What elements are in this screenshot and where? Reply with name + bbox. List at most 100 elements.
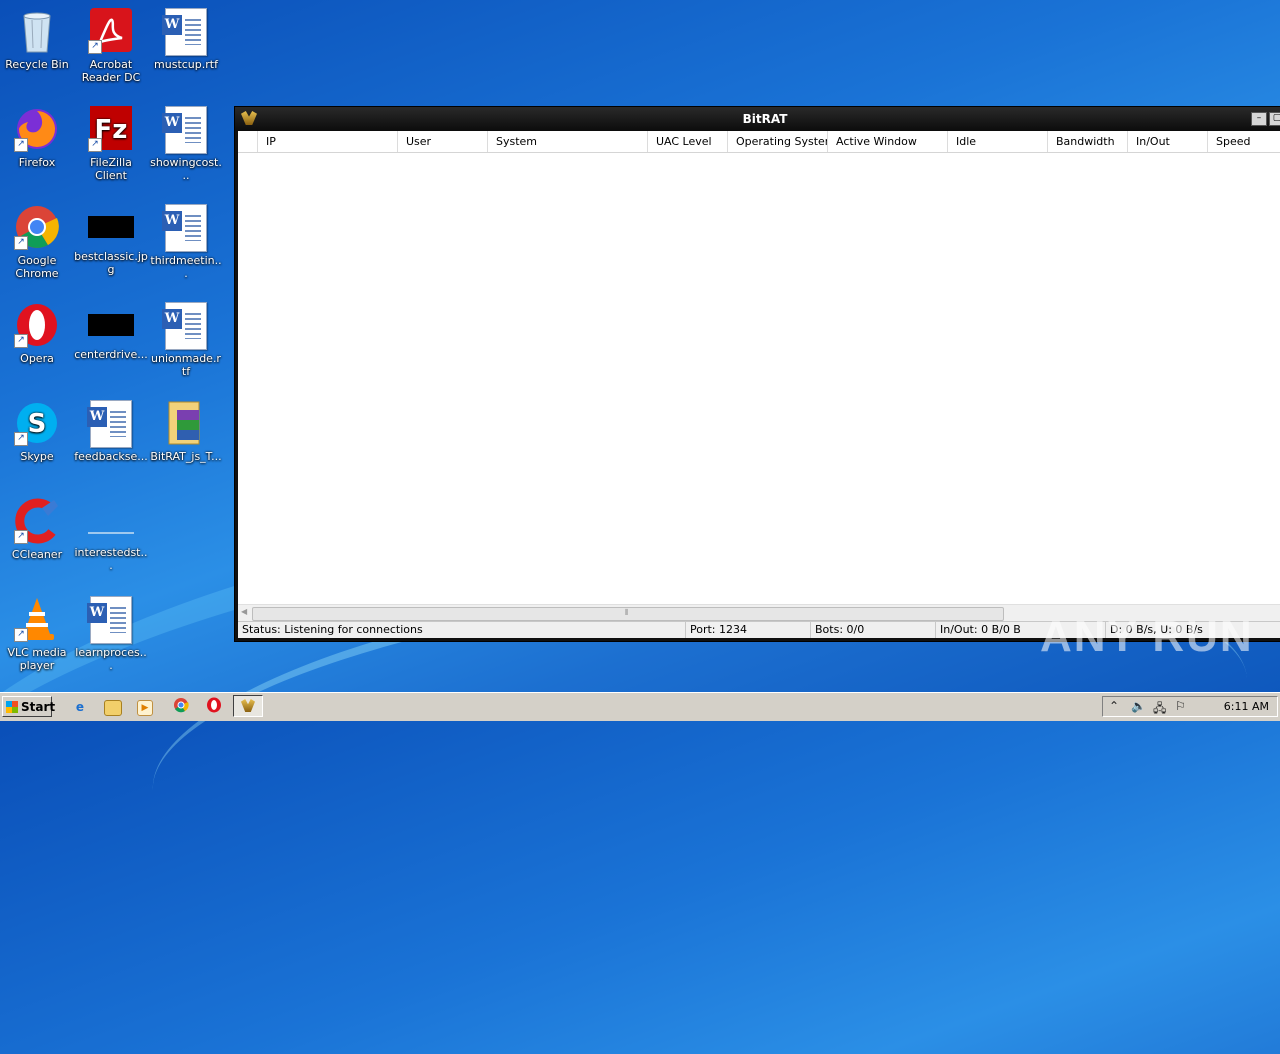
column-header-uac-level[interactable]: UAC Level (648, 131, 728, 152)
opera-taskbar-icon[interactable] (204, 697, 224, 717)
desktop-icon-label: thirdmeetin... (150, 254, 222, 280)
desktop-icon-bestclassic[interactable]: bestclassic.jpg (74, 204, 148, 276)
scroll-left-arrow-icon[interactable]: ◀ (241, 607, 247, 616)
shortcut-arrow-icon: ↗ (14, 236, 28, 250)
chrome-icon: ↗ (14, 204, 60, 250)
desktop-icon-recycle-bin[interactable]: Recycle Bin (0, 8, 74, 71)
desktop-icon-label: unionmade.rtf (151, 352, 221, 378)
desktop-icon-label: centerdrive... (74, 348, 148, 361)
volume-icon[interactable]: 🔈 (1131, 699, 1146, 713)
column-header-active-window[interactable]: Active Window (828, 131, 948, 152)
desktop-icon-label: CCleaner (11, 548, 63, 561)
desktop-icon-label: Acrobat Reader DC (81, 58, 141, 84)
opera-icon: ↗ (14, 302, 60, 348)
recycle-bin-icon (14, 8, 60, 54)
desktop-icon-label: VLC media player (7, 646, 67, 672)
show-hidden-icons-icon[interactable]: ⌃ (1109, 699, 1119, 713)
desktop-icon-label: Recycle Bin (5, 58, 69, 71)
column-header-user[interactable]: User (398, 131, 488, 152)
window-client-area: IP User System UAC Level Operating Syste… (238, 131, 1280, 638)
desktop-icon-label: Google Chrome (15, 254, 59, 280)
skype-icon: S ↗ (14, 400, 60, 446)
filezilla-icon: Fz ↗ (88, 106, 134, 152)
internet-explorer-icon[interactable]: e (70, 697, 90, 717)
word-document-icon: W (162, 204, 209, 252)
word-document-icon: W (162, 106, 209, 154)
clock[interactable]: 6:11 AM (1224, 700, 1269, 713)
desktop-icon-label: mustcup.rtf (154, 58, 218, 71)
column-header-operating-system[interactable]: Operating System (728, 131, 828, 152)
start-label: Start (21, 700, 56, 714)
desktop-icon-showingcost[interactable]: W showingcost... (149, 106, 223, 182)
column-header-ip[interactable]: IP (258, 131, 398, 152)
desktop-icon-firefox[interactable]: ↗ Firefox (0, 106, 74, 169)
shortcut-arrow-icon: ↗ (88, 40, 102, 54)
shortcut-arrow-icon: ↗ (14, 334, 28, 348)
column-header-speed[interactable]: Speed (1208, 131, 1280, 152)
scrollbar-grip-icon: ⦀ (625, 608, 629, 617)
winrar-archive-icon (163, 400, 209, 446)
firefox-icon: ↗ (14, 106, 60, 152)
taskbar-bitrat-button[interactable] (233, 695, 263, 717)
status-text: Status: Listening for connections (238, 622, 686, 638)
desktop-icon-mustcup[interactable]: W mustcup.rtf (149, 8, 223, 71)
desktop-icon-interestedst[interactable]: interestedst... (74, 498, 148, 572)
taskbar: Start e ▶ ⌃ 🔈 🖧 ⚐ 6:11 AM (0, 692, 1280, 721)
ccleaner-icon: ↗ (14, 498, 60, 544)
desktop-icon-ccleaner[interactable]: ↗ CCleaner (0, 498, 74, 561)
scrollbar-thumb[interactable]: ⦀ (252, 607, 1004, 621)
desktop-icon-label: FileZilla Client (90, 156, 132, 182)
clients-list[interactable] (238, 153, 1280, 605)
start-button[interactable]: Start (2, 696, 56, 717)
desktop-icon-skype[interactable]: S ↗ Skype (0, 400, 74, 463)
list-header: IP User System UAC Level Operating Syste… (238, 131, 1280, 153)
desktop-icon-thirdmeeting[interactable]: W thirdmeetin... (149, 204, 223, 280)
desktop-icon-chrome[interactable]: ↗ Google Chrome (0, 204, 74, 280)
desktop-icon-opera[interactable]: ↗ Opera (0, 302, 74, 365)
action-center-flag-icon[interactable]: ⚐ (1175, 699, 1186, 713)
shortcut-arrow-icon: ↗ (14, 138, 28, 152)
minimize-button[interactable]: – (1251, 112, 1267, 126)
column-header-in-out[interactable]: In/Out (1128, 131, 1208, 152)
anyrun-watermark: ANY RUN (1040, 612, 1254, 661)
word-document-icon: W (162, 302, 209, 350)
desktop-icon-label: Firefox (18, 156, 56, 169)
window-titlebar[interactable]: BitRAT – ▢ ✕ (235, 107, 1280, 131)
acrobat-icon: ↗ (88, 8, 134, 54)
desktop-icon-centerdrive[interactable]: centerdrive... (74, 302, 148, 361)
desktop-icon-acrobat[interactable]: ↗ Acrobat Reader DC (74, 8, 148, 84)
desktop-icon-label: bestclassic.jpg (74, 250, 148, 276)
status-port: Port: 1234 (686, 622, 811, 638)
desktop-icon-label: Skype (20, 450, 54, 463)
desktop-icon-feedbackse[interactable]: W feedbackse... (74, 400, 148, 463)
chrome-taskbar-icon[interactable] (171, 697, 191, 717)
media-player-icon[interactable]: ▶ (137, 700, 153, 716)
column-header-idle[interactable]: Idle (948, 131, 1048, 152)
word-document-icon: W (162, 8, 209, 56)
desktop-icon-unionmade[interactable]: W unionmade.rtf (149, 302, 223, 378)
column-header-checkbox[interactable] (238, 131, 258, 152)
network-icon[interactable]: 🖧 (1153, 699, 1166, 720)
desktop-icon-learnproces[interactable]: W learnproces... (74, 596, 148, 672)
column-header-system[interactable]: System (488, 131, 648, 152)
window-title: BitRAT (742, 112, 788, 126)
svg-text:S: S (28, 409, 47, 439)
image-thumbnail (88, 314, 134, 336)
shortcut-arrow-icon: ↗ (14, 530, 28, 544)
column-header-bandwidth[interactable]: Bandwidth (1048, 131, 1128, 152)
maximize-button[interactable]: ▢ (1269, 112, 1280, 126)
word-document-icon: W (87, 400, 134, 448)
bitrat-taskbar-icon (241, 699, 255, 712)
desktop-icon-label: BitRAT_js_T... (150, 450, 222, 463)
desktop-icon-label: showingcost... (150, 156, 222, 182)
desktop-icon-vlc[interactable]: ↗ VLC media player (0, 596, 74, 672)
file-explorer-icon[interactable] (104, 700, 122, 716)
desktop-icon-filezilla[interactable]: Fz ↗ FileZilla Client (74, 106, 148, 182)
bitrat-window[interactable]: BitRAT – ▢ ✕ IP User System UAC Level Op… (234, 106, 1280, 642)
image-thumbnail (88, 216, 134, 238)
shortcut-arrow-icon: ↗ (14, 432, 28, 446)
shortcut-arrow-icon: ↗ (88, 138, 102, 152)
desktop-icon-bitrat-folder[interactable]: BitRAT_js_T... (149, 400, 223, 463)
shortcut-arrow-icon: ↗ (14, 628, 28, 642)
status-bots: Bots: 0/0 (811, 622, 936, 638)
